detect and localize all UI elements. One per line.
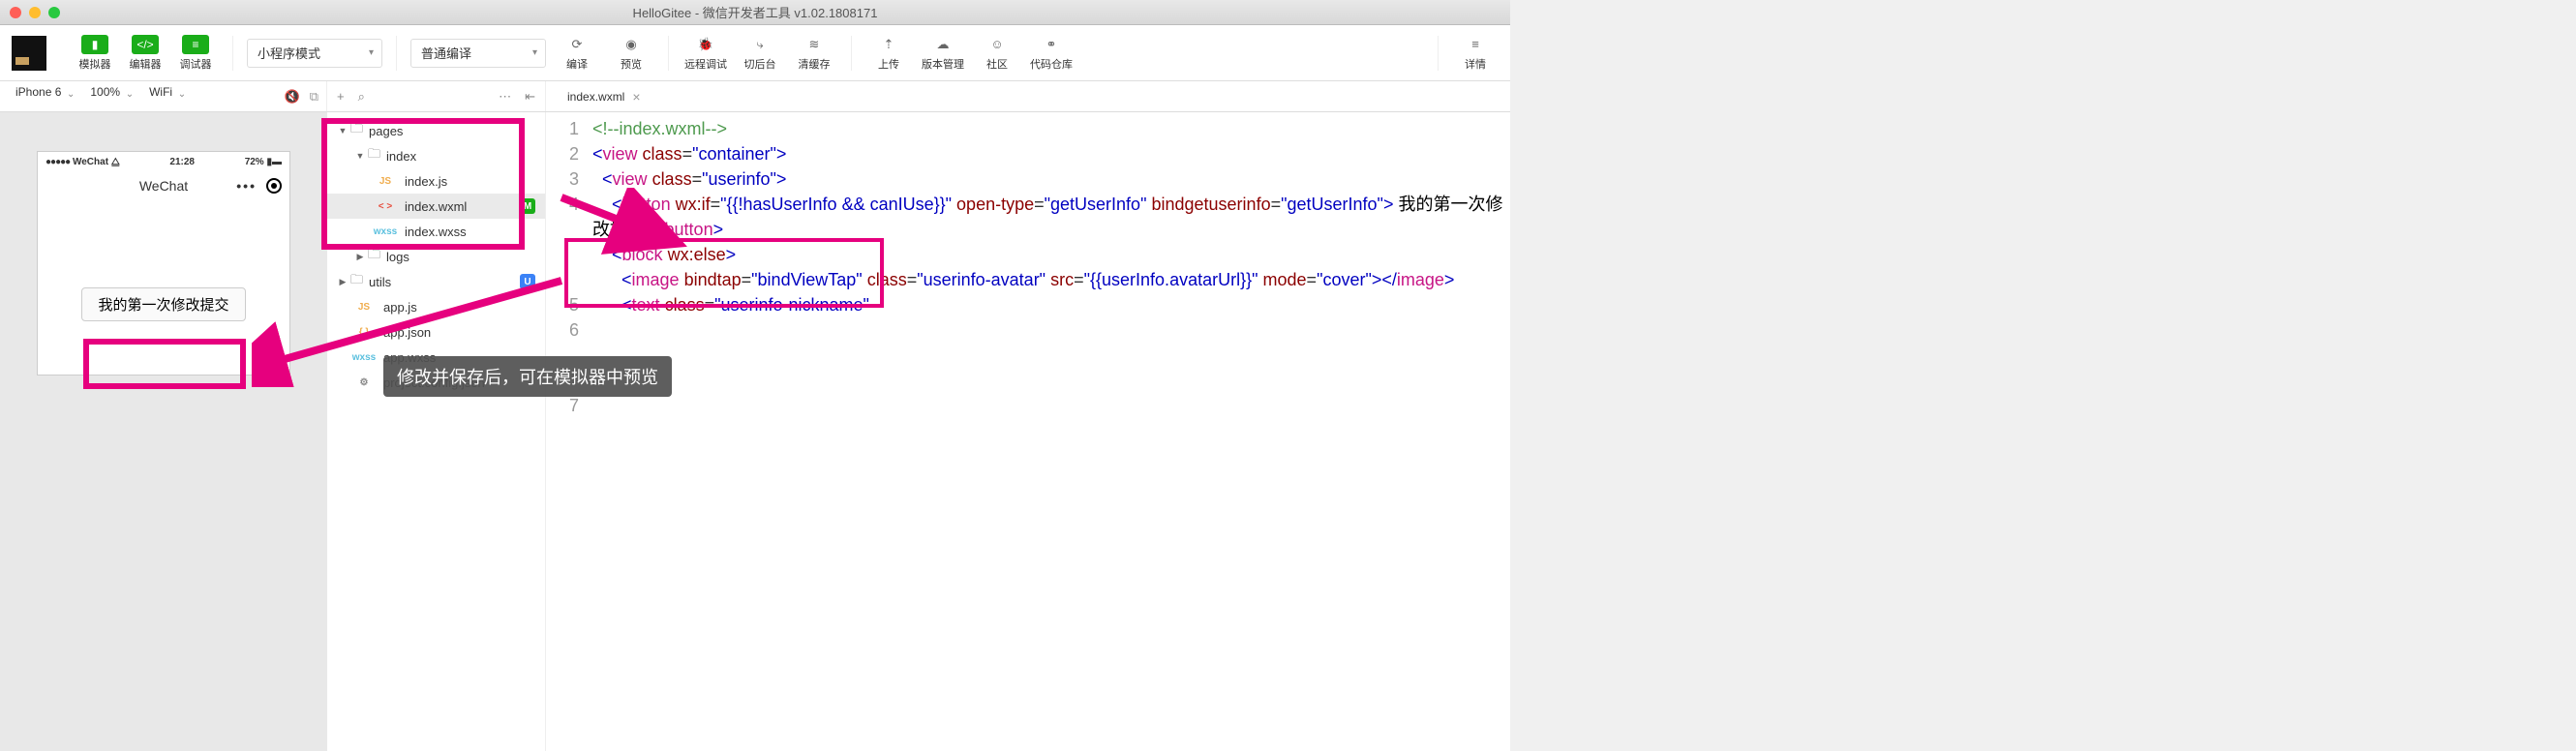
folder-icon: 🗀 [368, 145, 380, 166]
cloud-icon: ☁ [929, 35, 956, 54]
js-icon: JS [350, 302, 378, 313]
remote-debug-button[interactable]: 🐞 远程调试 [682, 30, 729, 76]
status-left: ●●●●● WeChat ⧋ [45, 157, 120, 167]
menu-icon: ≡ [1462, 35, 1489, 54]
device-select[interactable]: iPhone 6 [8, 85, 78, 108]
titlebar: HelloGitee - 微信开发者工具 v1.02.1808171 [0, 0, 1510, 25]
editor-button[interactable]: </> 编辑器 [122, 30, 168, 76]
phone-navbar: WeChat ••• [38, 171, 289, 200]
tree-folder-utils[interactable]: ▶🗀utils U [327, 269, 545, 294]
mode-select[interactable]: 小程序模式 [247, 39, 382, 68]
refresh-icon: ⟳ [563, 35, 591, 54]
nav-close-icon[interactable] [266, 178, 282, 194]
upload-icon: ⇡ [875, 35, 902, 54]
wifi-icon: ⧋ [111, 157, 120, 167]
json-icon: { } [350, 327, 378, 338]
collapse-button[interactable]: ⇤ [525, 89, 535, 105]
modified-badge: M [520, 198, 535, 214]
phone-icon: ▮ [81, 35, 108, 54]
phone-frame: ●●●●● WeChat ⧋ 21:28 72% ▮▬ WeChat ••• 我… [37, 151, 290, 376]
file-explorer: ▼🗀pages ▼🗀index JSindex.js < >index.wxml… [327, 112, 546, 751]
code-icon: </> [132, 35, 159, 54]
more-button[interactable]: ⋯ [499, 89, 511, 105]
bug-icon: 🐞 [692, 35, 719, 54]
subbar: iPhone 6 100% WiFi 🔇 ⧉ + ⌕ ⋯ ⇤ index.wxm… [0, 81, 1510, 112]
community-button[interactable]: ☺ 社区 [974, 30, 1020, 76]
tree-file-app-js[interactable]: JSapp.js [327, 294, 545, 319]
js-icon: JS [372, 176, 399, 187]
network-select[interactable]: WiFi [141, 85, 190, 108]
clear-cache-button[interactable]: ≋ 清缓存 [791, 30, 837, 76]
window-zoom[interactable] [48, 7, 60, 18]
wxss-icon: wxss [350, 352, 378, 363]
status-time: 21:28 [169, 157, 195, 167]
zoom-select[interactable]: 100% [82, 85, 137, 108]
close-icon[interactable]: × [632, 89, 640, 105]
details-button[interactable]: ≡ 详情 [1452, 30, 1499, 76]
tree-folder-logs[interactable]: ▶🗀logs [327, 244, 545, 269]
gear-icon: ⚙ [350, 377, 378, 388]
window-title: HelloGitee - 微信开发者工具 v1.02.1808171 [633, 3, 878, 21]
tree-folder-pages[interactable]: ▼🗀pages [327, 118, 545, 143]
version-button[interactable]: ☁ 版本管理 [920, 30, 966, 76]
code-repo-button[interactable]: ⚭ 代码仓库 [1028, 30, 1075, 76]
line-gutter: 1234567 [546, 112, 592, 751]
nav-menu-icon[interactable]: ••• [236, 178, 257, 194]
compile-button[interactable]: ⟳ 编译 [554, 30, 600, 76]
tree-file-index-js[interactable]: JSindex.js [327, 168, 545, 194]
tree-file-app-json[interactable]: { }app.json [327, 319, 545, 345]
preview-button[interactable]: ◉ 预览 [608, 30, 654, 76]
split-icon[interactable]: ⧉ [310, 89, 318, 105]
tree-folder-index[interactable]: ▼🗀index [327, 143, 545, 168]
mute-icon[interactable]: 🔇 [285, 89, 300, 105]
switch-bg-button[interactable]: ⤷ 切后台 [737, 30, 783, 76]
compile-select[interactable]: 普通编译 [410, 39, 546, 68]
simulator-button[interactable]: ▮ 模拟器 [72, 30, 118, 76]
tree-file-index-wxml[interactable]: < >index.wxml M [327, 194, 545, 219]
untracked-badge: U [520, 274, 535, 289]
community-icon: ☺ [984, 35, 1011, 54]
folder-icon: 🗀 [350, 120, 363, 141]
bug-icon: ≡ [182, 35, 209, 54]
annotation-tooltip: 修改并保存后，可在模拟器中预览 [383, 356, 672, 397]
eye-icon: ◉ [618, 35, 645, 54]
code-editor[interactable]: 1234567 <!--index.wxml--> <view class="c… [546, 112, 1510, 751]
debugger-button[interactable]: ≡ 调试器 [172, 30, 219, 76]
new-file-button[interactable]: + [337, 89, 345, 104]
folder-icon: 🗀 [368, 246, 380, 267]
simulator-panel: ●●●●● WeChat ⧋ 21:28 72% ▮▬ WeChat ••• 我… [0, 112, 327, 751]
user-avatar[interactable] [12, 36, 46, 71]
window-close[interactable] [10, 7, 21, 18]
editor-tab[interactable]: index.wxml × [556, 81, 652, 112]
switch-icon: ⤷ [746, 35, 773, 54]
code-area[interactable]: <!--index.wxml--> <view class="container… [592, 112, 1510, 751]
wxml-icon: < > [372, 201, 399, 212]
search-button[interactable]: ⌕ [358, 89, 365, 105]
nav-title: WeChat [139, 178, 188, 194]
wxss-icon: wxss [372, 226, 399, 237]
window-minimize[interactable] [29, 7, 41, 18]
upload-button[interactable]: ⇡ 上传 [865, 30, 912, 76]
tree-file-index-wxss[interactable]: wxssindex.wxss [327, 219, 545, 244]
stack-icon: ≋ [801, 35, 828, 54]
main-toolbar: ▮ 模拟器 </> 编辑器 ≡ 调试器 小程序模式 普通编译 ⟳ 编译 ◉ 预览… [0, 25, 1510, 81]
repo-icon: ⚭ [1038, 35, 1065, 54]
folder-icon: 🗀 [350, 271, 363, 292]
status-battery: 72% ▮▬ [245, 157, 282, 167]
tab-label: index.wxml [567, 90, 624, 104]
get-userinfo-button[interactable]: 我的第一次修改提交 [81, 287, 245, 321]
